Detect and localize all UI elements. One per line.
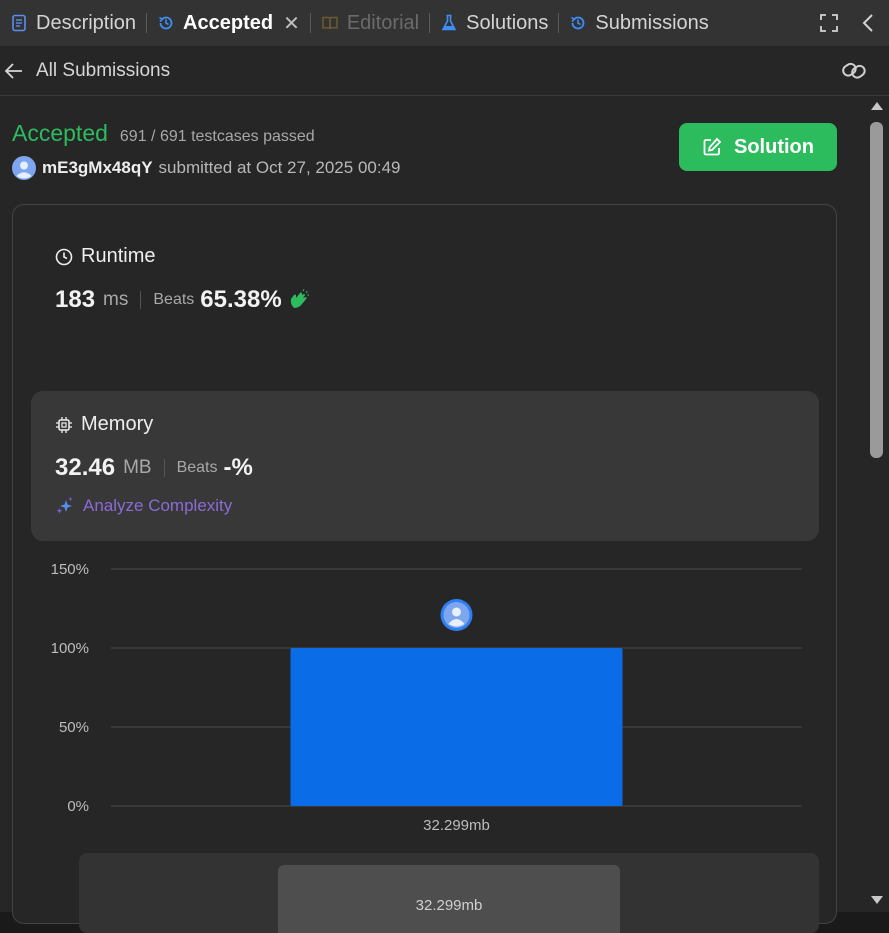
tab-editorial[interactable]: Editorial [311, 0, 429, 46]
bar[interactable] [290, 648, 623, 806]
analyze-complexity-label: Analyze Complexity [83, 496, 233, 515]
y-tick-label: 100% [51, 640, 89, 657]
tab-accepted[interactable]: Accepted ✕ [147, 0, 310, 46]
x-tick-label: 32.299mb [423, 817, 490, 834]
memory-content: Memory 32.46 MB Beats -% Analyze Complex… [55, 413, 253, 516]
history-icon [571, 16, 585, 30]
memory-section[interactable]: Memory 32.46 MB Beats -% Analyze Complex… [31, 391, 819, 541]
preview-bar: 32.299mb [278, 865, 620, 933]
runtime-value: 183 [55, 286, 96, 313]
link-icon[interactable] [841, 60, 867, 82]
metric-divider [140, 291, 142, 309]
back-to-submissions-button[interactable]: All Submissions [4, 60, 170, 82]
description-icon [12, 14, 26, 32]
runtime-title-text: Runtime [81, 245, 156, 267]
chevron-left-icon[interactable] [861, 13, 875, 33]
arrow-left-icon [4, 62, 22, 79]
runtime-beats-label: Beats [153, 291, 195, 308]
metric-divider [163, 459, 165, 477]
tab-label: Description [36, 11, 137, 34]
memory-value: 32.46 [55, 454, 116, 481]
close-icon[interactable]: ✕ [283, 11, 300, 36]
testcases-passed: 691 / 691 testcases passed [119, 128, 315, 145]
runtime-beats-value: 65.38% [200, 286, 282, 313]
tab-label: Editorial [346, 11, 420, 34]
submission-status: Accepted 691 / 691 testcases passed [12, 120, 315, 147]
memory-title: Memory [55, 413, 253, 436]
analyze-complexity-button[interactable]: Analyze Complexity [55, 496, 253, 516]
chip-icon [56, 416, 72, 433]
tab-label: Accepted [183, 11, 274, 34]
tab-bar: Description Accepted ✕ Editorial Solutio… [0, 0, 889, 46]
book-icon [322, 16, 338, 30]
tab-submissions[interactable]: Submissions [559, 0, 718, 46]
memory-beats-label: Beats [176, 459, 218, 476]
clock-icon [55, 248, 73, 265]
memory-title-text: Memory [81, 413, 154, 435]
status-label: Accepted [12, 120, 108, 146]
avatar[interactable] [12, 156, 36, 180]
history-icon [159, 16, 173, 30]
performance-card: Runtime 183 ms Beats 65.38% Memory 32.46… [12, 204, 837, 933]
submission-meta: mE3gMx48qY submitted at Oct 27, 2025 00:… [12, 156, 400, 180]
y-tick-label: 50% [59, 719, 89, 736]
submission-panel: All Submissions Accepted 691 / 691 testc… [0, 46, 889, 933]
tab-label: Submissions [595, 11, 709, 34]
solution-button[interactable]: Solution [679, 123, 837, 171]
distribution-preview[interactable]: 32.299mb [79, 853, 819, 933]
memory-distribution-chart: 0% 50% 100% 150% 32.299mb [51, 561, 802, 834]
solution-button-label: Solution [734, 135, 814, 158]
runtime-unit: ms [103, 289, 129, 310]
scrollbar-thumb[interactable] [870, 122, 883, 458]
preview-bar-label: 32.299mb [415, 897, 483, 914]
submission-subheader: All Submissions [0, 46, 889, 96]
y-tick-label: 0% [67, 798, 89, 815]
submitted-time: submitted at Oct 27, 2025 00:49 [158, 158, 401, 177]
scroll-up-arrow[interactable] [871, 102, 883, 110]
memory-unit: MB [123, 457, 152, 478]
tab-solutions[interactable]: Solutions [430, 0, 558, 46]
your-submission-marker-icon[interactable] [440, 599, 473, 631]
runtime-metric: 183 ms Beats 65.38% [55, 286, 310, 314]
username[interactable]: mE3gMx48qY [42, 158, 153, 178]
flask-icon [441, 14, 457, 31]
sparkle-icon [56, 497, 73, 514]
y-tick-label: 150% [51, 561, 89, 578]
memory-metric: 32.46 MB Beats -% [55, 454, 253, 482]
tab-description[interactable]: Description [0, 0, 146, 46]
runtime-section[interactable]: Runtime 183 ms Beats 65.38% [55, 245, 310, 314]
memory-beats-value: -% [223, 454, 253, 481]
toolbar-actions [819, 0, 875, 46]
clapping-hands-icon [290, 289, 309, 308]
tab-label: Solutions [466, 11, 549, 34]
fullscreen-icon[interactable] [819, 13, 839, 33]
edit-icon [703, 137, 722, 156]
back-label: All Submissions [36, 59, 171, 81]
vertical-scrollbar[interactable] [868, 96, 885, 912]
runtime-title: Runtime [55, 245, 310, 268]
scroll-down-arrow[interactable] [871, 896, 883, 904]
